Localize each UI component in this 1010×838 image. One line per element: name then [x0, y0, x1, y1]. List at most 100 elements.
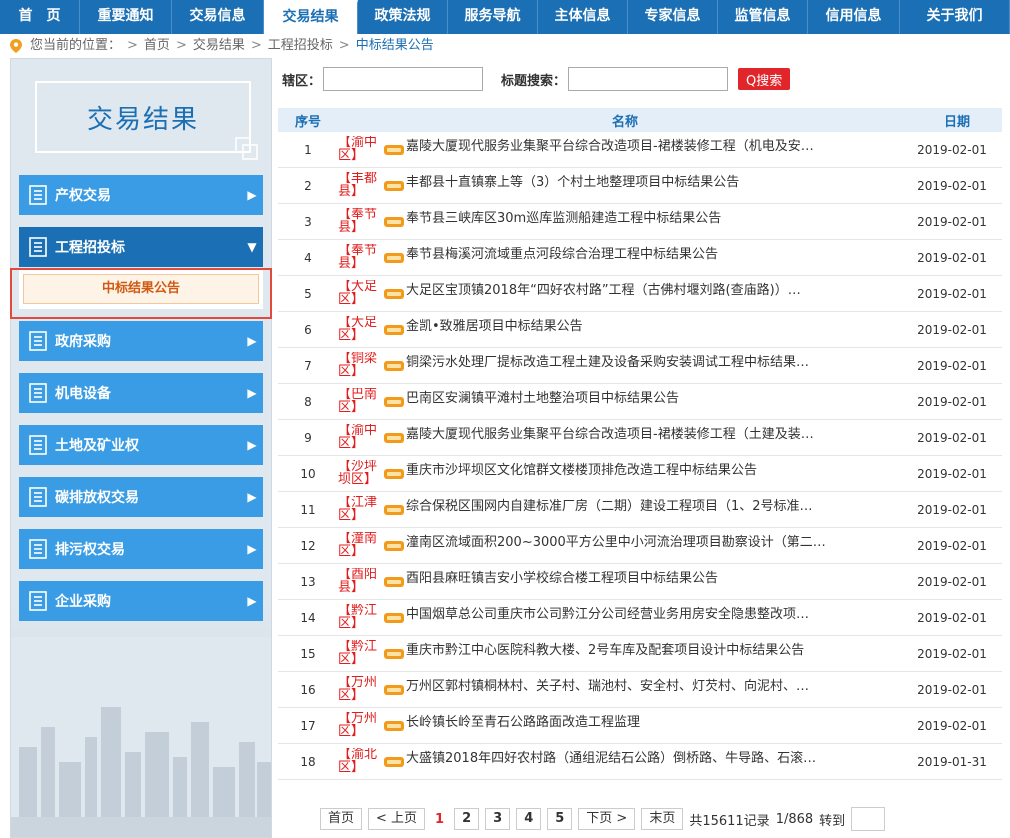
- row-title-link[interactable]: 中国烟草总公司重庆市公司黔江分公司经营业务用房安全隐患整改项…: [406, 600, 902, 622]
- first-page-button[interactable]: 首页: [320, 808, 363, 830]
- table-row[interactable]: 1 【渝中区】 嘉陵大厦现代服务业集聚平台综合改造项目-裙楼装修工程（机电及安… 20…: [278, 132, 1002, 168]
- nav-item-8[interactable]: 监管信息: [718, 0, 808, 34]
- new-badge-icon: [384, 144, 404, 155]
- sidebar: 交易结果 产权交易 ▶ 工程招投标 ▼ 政府采购 ▶ 机电设备 ▶ 土地及矿业权 ▶ 碳排放权交易 ▶…: [10, 58, 272, 838]
- row-title-link[interactable]: 金凯•致雅居项目中标结果公告: [406, 312, 902, 334]
- new-badge-icon: [384, 396, 404, 407]
- row-title-link[interactable]: 奉节县梅溪河流域重点河段综合治理工程中标结果公告: [406, 240, 902, 262]
- top-navigation: 首 页重要通知 交易信息 交易结果 政策法规 服务导航 主体信息 专家信息 监管信息 信用信息关…: [0, 0, 1010, 34]
- page-button-4[interactable]: 4: [516, 808, 542, 830]
- prev-page-button[interactable]: < 上页: [368, 808, 426, 830]
- sidebar-menu-label: 土地及矿业权: [55, 438, 139, 454]
- new-badge-icon: [384, 180, 404, 191]
- page-button-3[interactable]: 3: [485, 808, 511, 830]
- sidebar-menu-item-0[interactable]: 产权交易 ▶: [19, 175, 263, 215]
- table-row[interactable]: 2 【丰都县】 丰都县十直镇寨上等（3）个村土地整理项目中标结果公告 2019-02-…: [278, 168, 1002, 204]
- row-title-link[interactable]: 综合保税区围网内自建标准厂房（二期）建设工程项目（1、2号标准…: [406, 492, 902, 514]
- row-region: 【黔江区】: [338, 603, 378, 631]
- row-title-link[interactable]: 大足区宝顶镇2018年“四好农村路”工程（古佛村堰刘路(查庙路)）…: [406, 276, 902, 298]
- search-button[interactable]: Q搜索: [738, 68, 791, 90]
- table-row[interactable]: 14 【黔江区】 中国烟草总公司重庆市公司黔江分公司经营业务用房安全隐患整改项… 20…: [278, 600, 1002, 636]
- row-region: 【酉阳县】: [338, 567, 378, 595]
- row-region: 【渝北区】: [338, 747, 378, 775]
- nav-item-5[interactable]: 服务导航: [448, 0, 538, 34]
- page-button-2[interactable]: 2: [454, 808, 480, 830]
- row-title-link[interactable]: 嘉陵大厦现代服务业集聚平台综合改造项目-裙楼装修工程（土建及装…: [406, 420, 902, 442]
- row-number: 4: [304, 250, 312, 265]
- breadcrumb-item-engineering[interactable]: 工程招投标: [268, 36, 333, 56]
- next-page-button[interactable]: 下页 >: [578, 808, 636, 830]
- breadcrumb-item-home[interactable]: 首页: [144, 36, 170, 56]
- nav-item-2[interactable]: 交易信息: [172, 0, 264, 34]
- new-badge-icon: [384, 648, 404, 659]
- row-title-link[interactable]: 重庆市沙坪坝区文化馆群文楼楼顶排危改造工程中标结果公告: [406, 456, 902, 478]
- nav-item-10[interactable]: 关于我们: [900, 0, 1010, 34]
- city-skyline-image: [11, 637, 271, 837]
- sidebar-menu-item-4[interactable]: 土地及矿业权 ▶: [19, 425, 263, 465]
- corner-decoration-icon: [235, 137, 258, 160]
- table-row[interactable]: 17 【万州区】 长岭镇长岭至青石公路路面改造工程监理 2019-02-01: [278, 708, 1002, 744]
- sidebar-menu-item-3[interactable]: 机电设备 ▶: [19, 373, 263, 413]
- table-row[interactable]: 4 【奉节县】 奉节县梅溪河流域重点河段综合治理工程中标结果公告 2019-02-01: [278, 240, 1002, 276]
- table-row[interactable]: 6 【大足区】 金凯•致雅居项目中标结果公告 2019-02-01: [278, 312, 1002, 348]
- row-title-link[interactable]: 嘉陵大厦现代服务业集聚平台综合改造项目-裙楼装修工程（机电及安…: [406, 132, 902, 154]
- row-title-link[interactable]: 丰都县十直镇寨上等（3）个村土地整理项目中标结果公告: [406, 168, 902, 190]
- row-title-link[interactable]: 奉节县三峡库区30m巡库监测船建造工程中标结果公告: [406, 204, 902, 226]
- row-title-link[interactable]: 重庆市黔江中心医院科教大楼、2号车库及配套项目设计中标结果公告: [406, 636, 902, 658]
- table-row[interactable]: 8 【巴南区】 巴南区安澜镇平滩村土地整治项目中标结果公告 2019-02-01: [278, 384, 1002, 420]
- breadcrumb-prefix: 您当前的位置：: [30, 38, 122, 53]
- row-title-link[interactable]: 大盛镇2018年四好农村路（通组泥结石公路）倒桥路、牛导路、石滚…: [406, 744, 902, 766]
- table-row[interactable]: 16 【万州区】 万州区郭村镇桐林村、关子村、瑞池村、安全村、灯芡村、向泥村、… 20…: [278, 672, 1002, 708]
- row-title-link[interactable]: 巴南区安澜镇平滩村土地整治项目中标结果公告: [406, 384, 902, 406]
- breadcrumb-item-results[interactable]: 交易结果: [193, 36, 245, 56]
- new-badge-icon: [384, 324, 404, 335]
- nav-item-1[interactable]: 重要通知: [80, 0, 172, 34]
- nav-item-6[interactable]: 主体信息: [538, 0, 628, 34]
- new-badge-icon: [384, 684, 404, 695]
- table-row[interactable]: 13 【酉阳县】 酉阳县麻旺镇吉安小学校综合楼工程项目中标结果公告 2019-02-0…: [278, 564, 1002, 600]
- table-row[interactable]: 10 【沙坪坝区】 重庆市沙坪坝区文化馆群文楼楼顶排危改造工程中标结果公告 2019-…: [278, 456, 1002, 492]
- sidebar-menu-item-5[interactable]: 碳排放权交易 ▶: [19, 477, 263, 517]
- table-row[interactable]: 15 【黔江区】 重庆市黔江中心医院科教大楼、2号车库及配套项目设计中标结果公告 20…: [278, 636, 1002, 672]
- table-row[interactable]: 9 【渝中区】 嘉陵大厦现代服务业集聚平台综合改造项目-裙楼装修工程（土建及装… 20…: [278, 420, 1002, 456]
- total-records: 共15611记录: [689, 813, 770, 829]
- sidebar-menu-item-2[interactable]: 政府采购 ▶: [19, 321, 263, 361]
- nav-item-4[interactable]: 政策法规: [358, 0, 448, 34]
- row-region: 【铜梁区】: [338, 351, 378, 379]
- row-date: 2019-02-01: [917, 502, 987, 517]
- page-of-total: 1/868: [775, 811, 814, 827]
- nav-item-0[interactable]: 首 页: [0, 0, 80, 34]
- chevron-right-icon: ▶: [247, 334, 257, 348]
- chevron-right-icon: ▶: [247, 438, 257, 452]
- nav-item-3[interactable]: 交易结果: [264, 0, 358, 34]
- row-region: 【黔江区】: [338, 639, 378, 667]
- table-row[interactable]: 3 【奉节县】 奉节县三峡库区30m巡库监测船建造工程中标结果公告 2019-02-0…: [278, 204, 1002, 240]
- table-row[interactable]: 7 【铜梁区】 铜梁污水处理厂提标改造工程土建及设备采购安装调试工程中标结果… 201…: [278, 348, 1002, 384]
- district-input[interactable]: [323, 67, 484, 91]
- sidebar-menu-item-6[interactable]: 排污权交易 ▶: [19, 529, 263, 569]
- title-search-input[interactable]: [568, 67, 729, 91]
- new-badge-icon: [384, 720, 404, 731]
- table-row[interactable]: 11 【江津区】 综合保税区围网内自建标准厂房（二期）建设工程项目（1、2号标准… 2…: [278, 492, 1002, 528]
- table-row[interactable]: 12 【潼南区】 潼南区流域面积200~3000平方公里中小河流治理项目勘察设计（第…: [278, 528, 1002, 564]
- table-row[interactable]: 5 【大足区】 大足区宝顶镇2018年“四好农村路”工程（古佛村堰刘路(查庙路)）……: [278, 276, 1002, 312]
- goto-page-input[interactable]: [851, 807, 886, 831]
- nav-item-7[interactable]: 专家信息: [628, 0, 718, 34]
- row-title-link[interactable]: 潼南区流域面积200~3000平方公里中小河流治理项目勘察设计（第二…: [406, 528, 902, 550]
- row-title-link[interactable]: 万州区郭村镇桐林村、关子村、瑞池村、安全村、灯芡村、向泥村、…: [406, 672, 902, 694]
- table-row[interactable]: 18 【渝北区】 大盛镇2018年四好农村路（通组泥结石公路）倒桥路、牛导路、石滚……: [278, 744, 1002, 780]
- sidebar-title: 交易结果: [86, 104, 199, 135]
- row-region: 【奉节县】: [338, 243, 378, 271]
- page-button-5[interactable]: 5: [547, 808, 573, 830]
- last-page-button[interactable]: 末页: [641, 808, 684, 830]
- row-title-link[interactable]: 长岭镇长岭至青石公路路面改造工程监理: [406, 708, 902, 730]
- sidebar-menu-item-7[interactable]: 企业采购 ▶: [19, 581, 263, 621]
- header-no: 序号: [294, 114, 321, 130]
- row-region: 【巴南区】: [338, 387, 378, 415]
- row-title-link[interactable]: 酉阳县麻旺镇吉安小学校综合楼工程项目中标结果公告: [406, 564, 902, 586]
- submenu-bid-results-link[interactable]: 中标结果公告: [23, 274, 259, 304]
- sidebar-menu-item-1[interactable]: 工程招投标 ▼: [19, 227, 263, 267]
- row-title-link[interactable]: 铜梁污水处理厂提标改造工程土建及设备采购安装调试工程中标结果…: [406, 348, 902, 370]
- row-region: 【江津区】: [338, 495, 378, 523]
- nav-item-9[interactable]: 信用信息: [808, 0, 900, 34]
